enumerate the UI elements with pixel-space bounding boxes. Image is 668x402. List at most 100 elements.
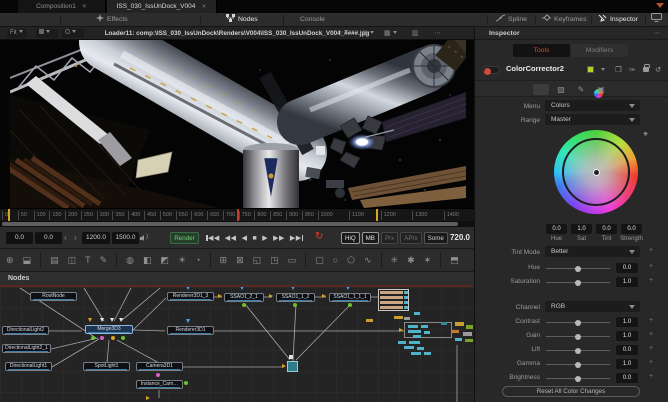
- color-corrector-tool-icon[interactable]: ◧: [143, 249, 152, 271]
- frame-format-dropdown[interactable]: ▫: [340, 29, 348, 36]
- color-curves-tool-icon[interactable]: ◩: [161, 249, 170, 271]
- render-button[interactable]: Render: [170, 232, 199, 244]
- close-icon[interactable]: ✕: [82, 4, 87, 10]
- crop-tool-icon[interactable]: ◳: [270, 249, 279, 271]
- distant-node[interactable]: [409, 341, 420, 344]
- merge-tool-icon[interactable]: ◫: [68, 249, 77, 271]
- node-connector[interactable]: [240, 287, 244, 290]
- gamma-value-field[interactable]: 1.0: [616, 359, 638, 369]
- tint-value-field[interactable]: 0.0: [596, 224, 617, 234]
- node-connector[interactable]: [146, 396, 150, 400]
- loop-button[interactable]: ↻: [315, 231, 323, 242]
- node-connector[interactable]: [111, 336, 115, 340]
- current-time-field[interactable]: 0.0: [6, 232, 33, 244]
- goto-start-button[interactable]: ◀◀: [206, 234, 219, 242]
- slider-handle[interactable]: [575, 280, 581, 286]
- tab-modifiers[interactable]: Modifiers: [571, 44, 628, 57]
- keyframes-button[interactable]: Keyframes: [542, 13, 586, 27]
- animate-plus-icon[interactable]: +: [649, 277, 653, 284]
- node-connector[interactable]: [119, 318, 123, 322]
- resize-tool-icon[interactable]: ◱: [253, 249, 262, 271]
- tool-enable-toggle[interactable]: [482, 66, 500, 74]
- node-connector[interactable]: [184, 381, 188, 385]
- distant-node[interactable]: [404, 301, 408, 304]
- menu-dropdown[interactable]: Colors: [545, 100, 640, 111]
- hue-slider[interactable]: [546, 268, 610, 269]
- distant-node[interactable]: [408, 330, 421, 333]
- node-connector[interactable]: [186, 319, 190, 323]
- mode-prx-button[interactable]: Prx: [381, 232, 398, 244]
- distant-node[interactable]: [452, 330, 459, 333]
- slider-handle[interactable]: [575, 266, 581, 272]
- contrast-value-field[interactable]: 1.0: [616, 317, 638, 327]
- grid-dropdown[interactable]: ▦: [384, 29, 397, 37]
- node-connector[interactable]: [346, 287, 350, 290]
- node-connector[interactable]: [269, 294, 273, 298]
- slider-handle[interactable]: [575, 348, 581, 354]
- tab-levels[interactable]: ▨: [553, 84, 569, 95]
- tile-color-chip[interactable]: [587, 66, 594, 73]
- close-icon[interactable]: ✕: [201, 4, 206, 10]
- particle-render-tool-icon[interactable]: ✶: [424, 249, 432, 271]
- contrast-slider[interactable]: [546, 322, 610, 323]
- hue-value-field[interactable]: 0.0: [616, 263, 638, 273]
- timeline-marker[interactable]: [237, 209, 239, 221]
- frame-rate-value[interactable]: 720.0: [430, 231, 470, 245]
- tab-settings[interactable]: ▣: [593, 84, 609, 95]
- play-button[interactable]: ▶: [262, 234, 267, 242]
- pan-tool-icon[interactable]: ⊕: [6, 249, 14, 271]
- background-tool-icon[interactable]: ▤: [50, 249, 59, 271]
- node-connector[interactable]: [110, 318, 114, 322]
- audio-icon[interactable]: [140, 235, 145, 241]
- distant-node[interactable]: [414, 312, 420, 315]
- node-connector[interactable]: [293, 303, 297, 307]
- animate-plus-icon[interactable]: +: [649, 331, 653, 338]
- reset-icon[interactable]: ↺: [655, 65, 661, 74]
- stop-button[interactable]: ■: [252, 235, 256, 242]
- node-connector[interactable]: [121, 336, 125, 340]
- distant-node[interactable]: [413, 335, 421, 338]
- lock-icon[interactable]: [643, 67, 649, 72]
- step-forward-icon[interactable]: ›: [74, 232, 77, 244]
- color-wheel-tool-icon[interactable]: ◍: [126, 249, 134, 271]
- distant-node[interactable]: [417, 347, 424, 350]
- tab-color-controls[interactable]: [533, 84, 549, 95]
- viewer-image[interactable]: [0, 40, 474, 208]
- distant-node[interactable]: [455, 338, 462, 341]
- saturation-slider[interactable]: [546, 282, 610, 283]
- color-wheel-cursor[interactable]: [593, 169, 600, 176]
- mode-aprx-button[interactable]: APrx: [400, 232, 421, 244]
- play-reverse-button[interactable]: ◀: [242, 234, 247, 242]
- wheel-add-icon[interactable]: ✳: [643, 131, 648, 138]
- distant-node[interactable]: [455, 322, 464, 326]
- timeline-ruler[interactable]: 0501001502002503003504004505005506006507…: [0, 208, 474, 221]
- tab-composition1[interactable]: Composition1✕: [18, 0, 106, 13]
- versions-icon[interactable]: ❐: [615, 65, 622, 74]
- distant-node[interactable]: [380, 306, 403, 309]
- node-connector[interactable]: [88, 318, 92, 322]
- distant-node[interactable]: [380, 296, 403, 299]
- viewer-more-icon[interactable]: ⋯: [434, 29, 441, 37]
- monitor-icon[interactable]: [651, 13, 662, 27]
- distant-node[interactable]: [404, 306, 408, 309]
- distant-node[interactable]: [411, 352, 421, 355]
- distant-node[interactable]: [466, 325, 473, 329]
- distant-node[interactable]: [404, 317, 410, 320]
- timeline-marker[interactable]: [376, 209, 378, 221]
- secondary-time-field[interactable]: 0.0: [35, 232, 62, 244]
- node-connector[interactable]: [100, 318, 104, 322]
- distant-node[interactable]: [424, 352, 431, 355]
- gain-value-field[interactable]: 1.0: [616, 331, 638, 341]
- distant-node[interactable]: [380, 291, 403, 294]
- gain-slider[interactable]: [546, 336, 610, 337]
- particle-emitter-tool-icon[interactable]: ✳: [391, 249, 399, 271]
- distant-node[interactable]: [463, 332, 472, 336]
- lift-value-field[interactable]: 0.0: [616, 345, 638, 355]
- distant-node[interactable]: [465, 339, 473, 342]
- node-connector[interactable]: [282, 364, 286, 368]
- slider-handle[interactable]: [575, 362, 581, 368]
- pin-icon[interactable]: ✑: [629, 65, 635, 74]
- node-graph[interactable]: RootNodeRenderer3D1_3SSAO1_2_1SSAO1_1_2S…: [0, 287, 474, 402]
- node-connector[interactable]: [91, 336, 95, 340]
- node-connector[interactable]: [348, 303, 352, 307]
